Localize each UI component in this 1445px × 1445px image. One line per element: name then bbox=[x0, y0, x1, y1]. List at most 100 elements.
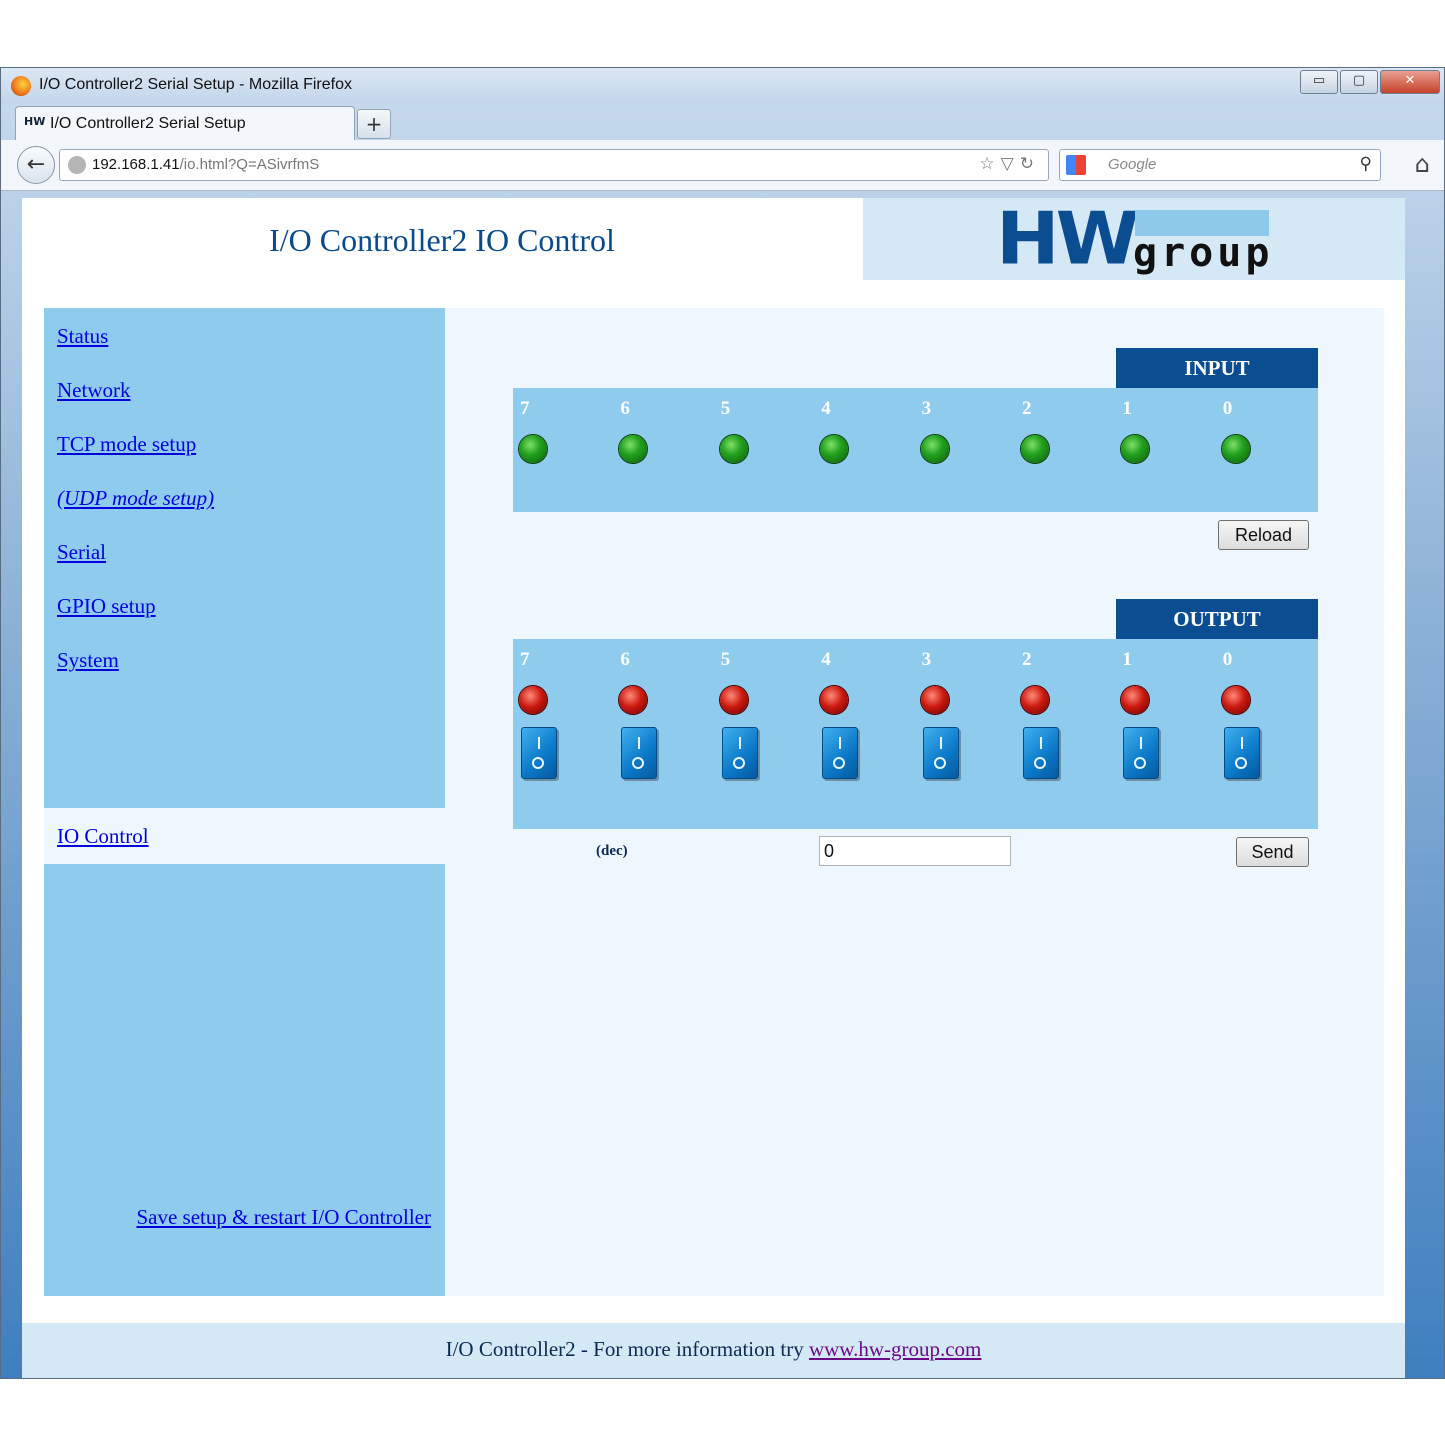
red-led-icon bbox=[1121, 686, 1150, 714]
bit-number: 6 bbox=[620, 649, 630, 670]
dec-label: (dec) bbox=[596, 843, 628, 859]
bookmark-star-icon[interactable]: ☆ bbox=[979, 154, 1000, 174]
output-bit-column: 7 bbox=[513, 639, 573, 829]
bit-number: 3 bbox=[921, 398, 932, 419]
red-led-icon bbox=[619, 686, 648, 714]
url-host: 192.168.1.41 bbox=[92, 156, 180, 173]
page-title: I/O Controller2 IO Control bbox=[269, 222, 615, 258]
tab-label: I/O Controller2 Serial Setup bbox=[50, 115, 246, 132]
output-bit-column: 3 bbox=[915, 639, 975, 829]
input-panel: 7 6 5 4 3 2 1 0 bbox=[513, 388, 1318, 512]
back-button[interactable]: ← bbox=[17, 146, 55, 184]
output-toggle-switch[interactable] bbox=[621, 727, 658, 779]
bit-number: 1 bbox=[1122, 398, 1132, 419]
footer-label: I/O Controller2 - For more information t… bbox=[445, 1337, 804, 1361]
output-bit-column: 5 bbox=[714, 639, 774, 829]
red-led-icon bbox=[920, 686, 949, 714]
globe-icon bbox=[68, 156, 86, 174]
switch-on-mark bbox=[1240, 737, 1243, 749]
footer-link[interactable]: www.hw-group.com bbox=[809, 1337, 981, 1361]
url-actions: ☆▽↻ bbox=[979, 154, 1040, 174]
green-led-icon bbox=[1121, 435, 1150, 463]
nav-network[interactable]: Network bbox=[57, 378, 130, 403]
firefox-icon bbox=[11, 76, 31, 96]
nav-io-control[interactable]: IO Control bbox=[57, 824, 149, 849]
address-bar[interactable]: 192.168.1.41/io.html?Q=ASivrfmS ☆▽↻ bbox=[59, 149, 1049, 181]
switch-off-mark bbox=[833, 757, 846, 769]
output-toggle-switch[interactable] bbox=[721, 727, 758, 779]
bit-number: 2 bbox=[1022, 649, 1032, 670]
input-bit-column: 1 bbox=[1115, 388, 1175, 512]
close-button[interactable]: ✕ bbox=[1380, 70, 1440, 94]
url-text[interactable]: 192.168.1.41/io.html?Q=ASivrfmS bbox=[92, 156, 319, 173]
page-footer: I/O Controller2 - For more information t… bbox=[22, 1323, 1405, 1378]
sidebar-bottom: Save setup & restart I/O Controller bbox=[44, 864, 445, 1296]
window-title: I/O Controller2 Serial Setup - Mozilla F… bbox=[39, 76, 352, 93]
reload-button[interactable]: Reload bbox=[1218, 520, 1309, 550]
switch-off-mark bbox=[732, 757, 745, 769]
switch-on-mark bbox=[1040, 737, 1042, 749]
nav-serial[interactable]: Serial bbox=[57, 540, 106, 565]
red-led-icon bbox=[1221, 686, 1250, 714]
output-toggle-switch[interactable] bbox=[822, 727, 859, 779]
maximize-button[interactable]: ▢ bbox=[1340, 70, 1378, 94]
sidebar-active-item: IO Control bbox=[44, 808, 445, 864]
nav-tcp-mode-setup[interactable]: TCP mode setup bbox=[57, 432, 196, 457]
hwgroup-logo: HW group bbox=[863, 198, 1405, 280]
green-led-icon bbox=[619, 435, 648, 463]
switch-off-mark bbox=[1134, 757, 1147, 769]
input-bit-column: 3 bbox=[915, 388, 975, 512]
output-bit-column: 4 bbox=[814, 639, 874, 829]
input-heading: INPUT bbox=[1116, 348, 1318, 388]
dropdown-icon[interactable]: ▽ bbox=[1001, 154, 1020, 174]
nav-status[interactable]: Status bbox=[57, 324, 108, 349]
bit-number: 0 bbox=[1222, 398, 1233, 419]
bit-number: 7 bbox=[520, 398, 530, 419]
minimize-button[interactable]: ▭ bbox=[1300, 70, 1338, 94]
switch-on-mark bbox=[839, 737, 842, 749]
search-icon[interactable]: ⚲ bbox=[1360, 154, 1372, 174]
logo-hw-text: HW bbox=[996, 196, 1139, 281]
output-toggle-switch[interactable] bbox=[922, 727, 959, 779]
red-led-icon bbox=[519, 686, 547, 714]
output-panel: 7 6 5 4 3 2 1 0 bbox=[513, 639, 1318, 829]
green-led-icon bbox=[719, 435, 748, 463]
red-led-icon bbox=[1021, 686, 1049, 714]
nav-gpio-setup[interactable]: GPIO setup bbox=[57, 594, 156, 619]
red-led-icon bbox=[719, 686, 748, 714]
switch-off-mark bbox=[1034, 757, 1046, 769]
switch-on-mark bbox=[738, 737, 741, 749]
output-toggle-switch[interactable] bbox=[1223, 727, 1260, 779]
tab-bar: HW I/O Controller2 Serial Setup + bbox=[1, 104, 1444, 140]
output-toggle-switch[interactable] bbox=[1023, 727, 1059, 779]
search-bar[interactable]: Google ⚲ bbox=[1059, 149, 1381, 181]
bit-number: 6 bbox=[620, 398, 630, 419]
output-toggle-switch[interactable] bbox=[521, 727, 557, 779]
output-bit-column: 6 bbox=[613, 639, 673, 829]
reload-icon[interactable]: ↻ bbox=[1020, 154, 1040, 174]
url-path: /io.html?Q=ASivrfmS bbox=[179, 156, 320, 173]
output-toggle-switch[interactable] bbox=[1123, 727, 1160, 779]
main-area: Status Network TCP mode setup (UDP mode … bbox=[44, 308, 1384, 1296]
home-icon[interactable]: ⌂ bbox=[1415, 150, 1430, 178]
google-icon[interactable] bbox=[1066, 155, 1086, 175]
bit-number: 5 bbox=[720, 398, 731, 419]
switch-on-mark bbox=[1140, 737, 1143, 749]
search-placeholder: Google bbox=[1108, 156, 1157, 173]
input-bit-column: 6 bbox=[613, 388, 673, 512]
input-bit-column: 0 bbox=[1216, 388, 1276, 512]
bit-number: 1 bbox=[1122, 649, 1132, 670]
browser-tab[interactable]: HW I/O Controller2 Serial Setup bbox=[15, 106, 355, 140]
dec-value-input[interactable] bbox=[819, 836, 1011, 866]
nav-udp-mode-setup[interactable]: (UDP mode setup) bbox=[57, 486, 214, 511]
green-led-icon bbox=[1221, 435, 1250, 463]
bit-number: 4 bbox=[821, 398, 831, 419]
switch-off-mark bbox=[1234, 757, 1247, 769]
send-button[interactable]: Send bbox=[1236, 837, 1309, 867]
save-restart-link[interactable]: Save setup & restart I/O Controller bbox=[136, 1205, 431, 1230]
new-tab-button[interactable]: + bbox=[357, 109, 391, 139]
switch-on-mark bbox=[939, 737, 942, 749]
switch-on-mark bbox=[638, 737, 641, 749]
footer-text: I/O Controller2 - For more information t… bbox=[22, 1337, 1405, 1362]
nav-system[interactable]: System bbox=[57, 648, 119, 673]
